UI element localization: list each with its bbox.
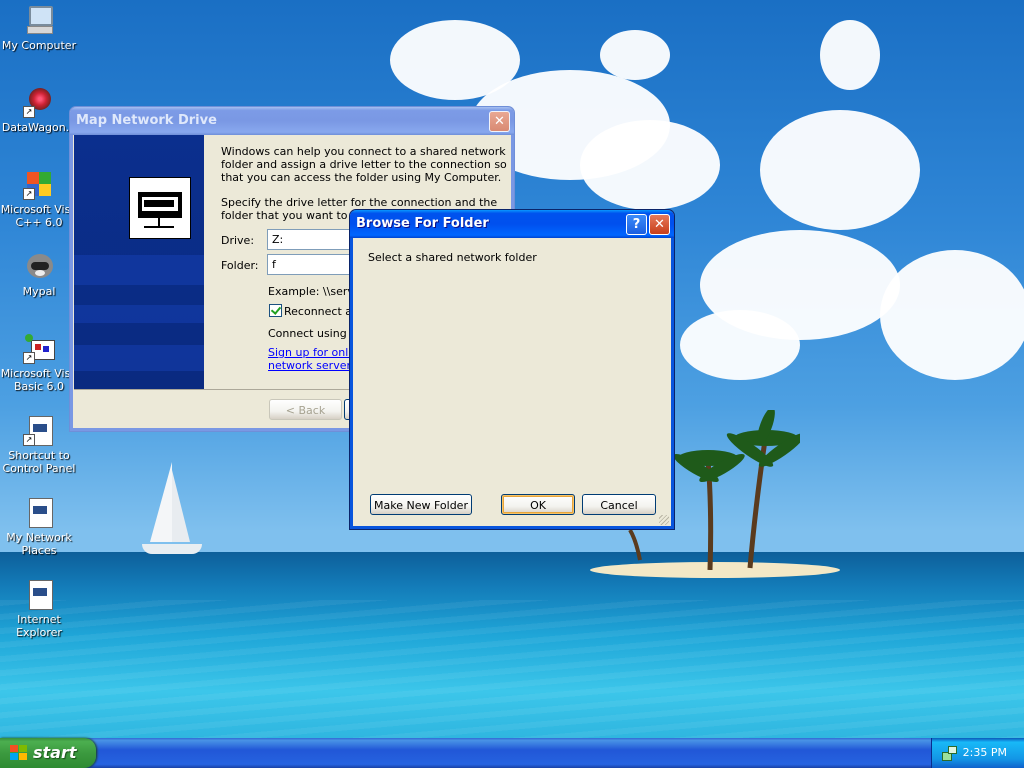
desktop-icon-label: DataWagon... [1, 121, 77, 134]
dialog-prompt: Select a shared network folder [368, 251, 537, 264]
desktop-icon-label: My Computer [1, 39, 77, 52]
banner-decoration [74, 345, 204, 371]
cancel-button[interactable]: Cancel [582, 494, 656, 515]
my-computer-icon [23, 4, 55, 36]
internet-explorer-icon [23, 578, 55, 610]
ok-button[interactable]: OK [501, 494, 575, 515]
desktop-icon-label: Internet Explorer [16, 613, 62, 639]
start-button[interactable]: start [0, 738, 96, 768]
desktop-icon-my-computer[interactable]: My Computer [0, 4, 79, 52]
back-button[interactable]: < Back [269, 399, 342, 420]
network-server-link[interactable]: network server [268, 359, 350, 372]
windows-logo-icon [10, 745, 28, 761]
wallpaper-sea-shine [0, 600, 1024, 738]
example-text: Example: \\serve [268, 285, 361, 298]
desktop-icon-visual-cpp[interactable]: ↗ Microsoft Visu C++ 6.0 [0, 168, 79, 229]
desktop-icon-internet-explorer[interactable]: Internet Explorer [0, 578, 79, 639]
mypal-browser-icon [23, 250, 55, 282]
dialog-title: Browse For Folder [356, 216, 489, 231]
visual-cpp-icon: ↗ [23, 168, 55, 200]
banner-decoration [74, 305, 204, 323]
shortcut-arrow-icon: ↗ [23, 434, 35, 446]
banner-decoration [74, 255, 204, 285]
clock[interactable]: 2:35 PM [963, 738, 1007, 768]
wallpaper-cloud [600, 30, 670, 80]
close-button[interactable]: ✕ [649, 214, 670, 235]
close-icon: ✕ [654, 217, 665, 232]
make-new-folder-button[interactable]: Make New Folder [370, 494, 472, 515]
sailboat-sail [172, 470, 190, 542]
window-title: Map Network Drive [76, 113, 217, 128]
help-icon: ? [632, 217, 641, 232]
wallpaper-cloud [580, 120, 720, 210]
drive-label: Drive: [221, 234, 255, 247]
shortcut-arrow-icon: ↗ [23, 106, 35, 118]
folder-tree-area[interactable] [364, 272, 660, 482]
network-places-icon [23, 496, 55, 528]
taskbar: start 2:35 PM [0, 738, 1024, 768]
datawagon-icon: ↗ [23, 86, 55, 118]
desktop-icon-label: Shortcut to Control Panel [2, 449, 76, 475]
network-connection-icon[interactable] [942, 746, 957, 761]
desktop-icon-label: Microsoft Visu Basic 6.0 [0, 367, 78, 393]
desktop-icon-label: Mypal [22, 285, 56, 298]
desktop-icon-control-panel[interactable]: ↗ Shortcut to Control Panel [0, 414, 79, 475]
wallpaper-cloud [680, 310, 800, 380]
resize-grip-icon[interactable] [659, 515, 669, 525]
wizard-banner-image [74, 135, 204, 389]
folder-combobox[interactable]: f [267, 254, 357, 275]
shortcut-arrow-icon: ↗ [23, 352, 35, 364]
reconnect-checkbox[interactable] [269, 304, 282, 317]
desktop-icon-datawagon[interactable]: ↗ DataWagon... [0, 86, 79, 134]
system-tray: 2:35 PM [931, 738, 1024, 768]
start-label: start [33, 743, 77, 762]
desktop-icon-label: My Network Places [6, 531, 72, 557]
control-panel-shortcut-icon: ↗ [23, 414, 55, 446]
map-network-drive-titlebar[interactable]: Map Network Drive [70, 107, 514, 135]
shortcut-arrow-icon: ↗ [23, 188, 35, 200]
visual-basic-icon: ↗ [23, 332, 55, 364]
desktop-icon-network-places[interactable]: My Network Places [0, 496, 79, 557]
close-icon: ✕ [494, 114, 505, 129]
close-button[interactable]: ✕ [489, 111, 510, 132]
help-button[interactable]: ? [626, 214, 647, 235]
sailboat-hull [142, 544, 202, 554]
reconnect-label: Reconnect at [284, 305, 357, 318]
intro-text: Windows can help you connect to a shared… [221, 145, 507, 184]
drive-select[interactable]: Z: [267, 229, 357, 250]
browse-for-folder-dialog: Browse For Folder ? ✕ Select a shared ne… [349, 209, 675, 530]
network-drive-icon [129, 177, 191, 239]
wallpaper-cloud [820, 20, 880, 90]
desktop-icon-visual-basic[interactable]: ↗ Microsoft Visu Basic 6.0 [0, 332, 79, 393]
sailboat-sail [150, 462, 172, 542]
wallpaper-cloud [760, 110, 920, 230]
desktop-icon-mypal[interactable]: Mypal [0, 250, 79, 298]
wallpaper-cloud [880, 250, 1024, 380]
desktop-icon-label: Microsoft Visu C++ 6.0 [0, 203, 78, 229]
folder-label: Folder: [221, 259, 259, 272]
connect-using-text: Connect using a [268, 327, 357, 340]
